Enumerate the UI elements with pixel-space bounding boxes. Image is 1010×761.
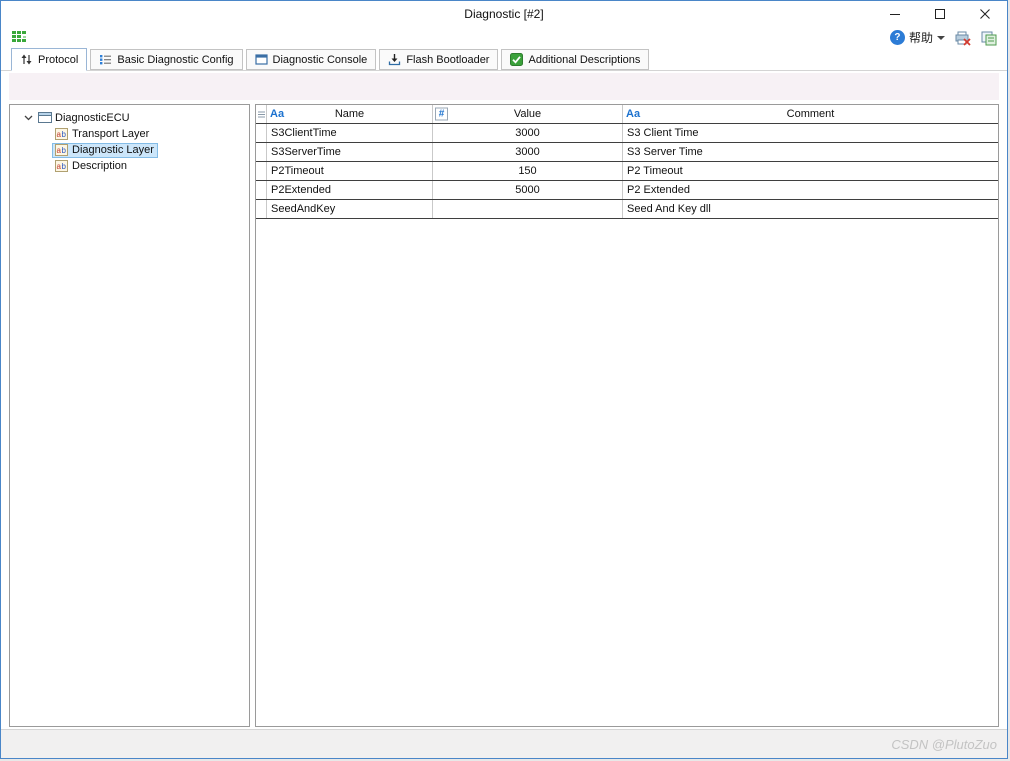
column-label: Name — [334, 108, 365, 120]
cell-name[interactable]: SeedAndKey — [267, 200, 433, 218]
documents-icon[interactable] — [980, 30, 997, 46]
svg-text:b: b — [62, 162, 67, 171]
tree-item-label: Transport Layer — [72, 128, 150, 140]
column-label: Comment — [786, 108, 835, 120]
cell-value[interactable]: 3000 — [433, 124, 623, 142]
text-type-icon: Aa — [626, 108, 641, 120]
tree-item-label: DiagnosticECU — [55, 112, 130, 124]
titlebar: Diagnostic [#2] — [1, 1, 1007, 27]
tab-label: Basic Diagnostic Config — [117, 53, 234, 66]
cell-comment[interactable]: S3 Client Time — [623, 124, 998, 142]
tab-bar: Protocol Basic Diagnostic Config Diagnos… — [1, 48, 1007, 71]
layer-icon: a b — [54, 128, 69, 141]
svg-text:b: b — [62, 146, 67, 155]
row-gutter-header — [256, 105, 267, 123]
layer-icon: a b — [54, 144, 69, 157]
cell-comment[interactable]: Seed And Key dll — [623, 200, 998, 218]
column-header-value[interactable]: # Value — [433, 105, 623, 123]
maximize-button[interactable] — [917, 1, 962, 27]
list-icon — [99, 53, 112, 66]
row-gutter — [256, 181, 267, 199]
tree-item-label: Description — [72, 160, 128, 172]
menu-row: ? 帮助 — [1, 27, 1007, 48]
download-icon — [388, 53, 401, 66]
sort-arrows-icon — [20, 53, 33, 66]
table-row[interactable]: P2Timeout 150 P2 Timeout — [256, 162, 998, 181]
row-gutter — [256, 200, 267, 218]
tab-diagnostic-console[interactable]: Diagnostic Console — [245, 49, 377, 70]
tree-item-label: Diagnostic Layer — [72, 144, 154, 156]
ecu-icon — [37, 112, 52, 125]
row-gutter — [256, 143, 267, 161]
menu-right-group: ? 帮助 — [889, 27, 997, 48]
row-gutter — [256, 124, 267, 142]
row-gutter — [256, 162, 267, 180]
help-label: 帮助 — [908, 31, 933, 45]
tab-protocol[interactable]: Protocol — [11, 48, 88, 71]
tab-basic-diagnostic-config[interactable]: Basic Diagnostic Config — [90, 49, 243, 70]
layer-icon: a b — [54, 160, 69, 173]
column-header-comment[interactable]: Aa Comment — [623, 105, 998, 123]
cell-name[interactable]: S3ServerTime — [267, 143, 433, 161]
cell-name[interactable]: P2Extended — [267, 181, 433, 199]
ecu-tree-panel: DiagnosticECU a b Transport Layer a b Di… — [9, 104, 250, 727]
cell-comment[interactable]: P2 Timeout — [623, 162, 998, 180]
cell-comment[interactable]: P2 Extended — [623, 181, 998, 199]
column-header-name[interactable]: Aa Name — [267, 105, 433, 123]
tree-item-description[interactable]: a b Description — [10, 158, 249, 174]
tree-item-diagnosticecu[interactable]: DiagnosticECU — [10, 110, 249, 126]
text-type-icon: Aa — [270, 108, 285, 120]
parameters-table: Aa Name # Value Aa Comment S3ClientTime … — [255, 104, 999, 727]
table-header-row: Aa Name # Value Aa Comment — [256, 105, 998, 124]
chevron-expanded-icon[interactable] — [22, 112, 35, 125]
table-row[interactable]: P2Extended 5000 P2 Extended — [256, 181, 998, 200]
cell-value[interactable]: 5000 — [433, 181, 623, 199]
chevron-down-icon — [937, 35, 945, 40]
tab-label: Additional Descriptions — [528, 53, 641, 66]
tab-label: Protocol — [38, 53, 79, 66]
close-button[interactable] — [962, 1, 1007, 27]
window-controls — [872, 1, 1007, 27]
cell-name[interactable]: S3ClientTime — [267, 124, 433, 142]
help-icon: ? — [889, 30, 905, 45]
checkbox-checked-icon — [510, 53, 524, 66]
minimize-button[interactable] — [872, 1, 917, 27]
number-type-icon: # — [435, 107, 448, 121]
tab-additional-descriptions[interactable]: Additional Descriptions — [501, 49, 650, 70]
diagnostic-window: Diagnostic [#2] ? 帮助 Protocol Basic Diag… — [0, 0, 1008, 759]
table-row[interactable]: S3ClientTime 3000 S3 Client Time — [256, 124, 998, 143]
window-title: Diagnostic [#2] — [464, 7, 544, 21]
cell-name[interactable]: P2Timeout — [267, 162, 433, 180]
cell-value[interactable]: 150 — [433, 162, 623, 180]
tab-label: Flash Bootloader — [406, 53, 490, 66]
cell-value[interactable]: 3000 — [433, 143, 623, 161]
tree-item-diagnostic-layer[interactable]: a b Diagnostic Layer — [10, 142, 249, 158]
column-label: Value — [513, 108, 542, 120]
help-button[interactable]: ? 帮助 — [889, 29, 945, 46]
tab-label: Diagnostic Console — [272, 53, 368, 66]
app-grid-icon[interactable] — [11, 28, 27, 44]
cell-comment[interactable]: S3 Server Time — [623, 143, 998, 161]
printer-cancel-icon[interactable] — [954, 30, 971, 46]
cell-value[interactable] — [433, 200, 623, 218]
svg-text:b: b — [62, 130, 67, 139]
watermark-text: CSDN @PlutoZuo — [891, 736, 997, 752]
table-row[interactable]: S3ServerTime 3000 S3 Server Time — [256, 143, 998, 162]
table-row[interactable]: SeedAndKey Seed And Key dll — [256, 200, 998, 219]
tab-flash-bootloader[interactable]: Flash Bootloader — [379, 49, 499, 70]
toolbar-strip — [9, 73, 999, 100]
tree-item-transport-layer[interactable]: a b Transport Layer — [10, 126, 249, 142]
console-window-icon — [254, 53, 268, 66]
status-bar: CSDN @PlutoZuo — [1, 729, 1007, 758]
